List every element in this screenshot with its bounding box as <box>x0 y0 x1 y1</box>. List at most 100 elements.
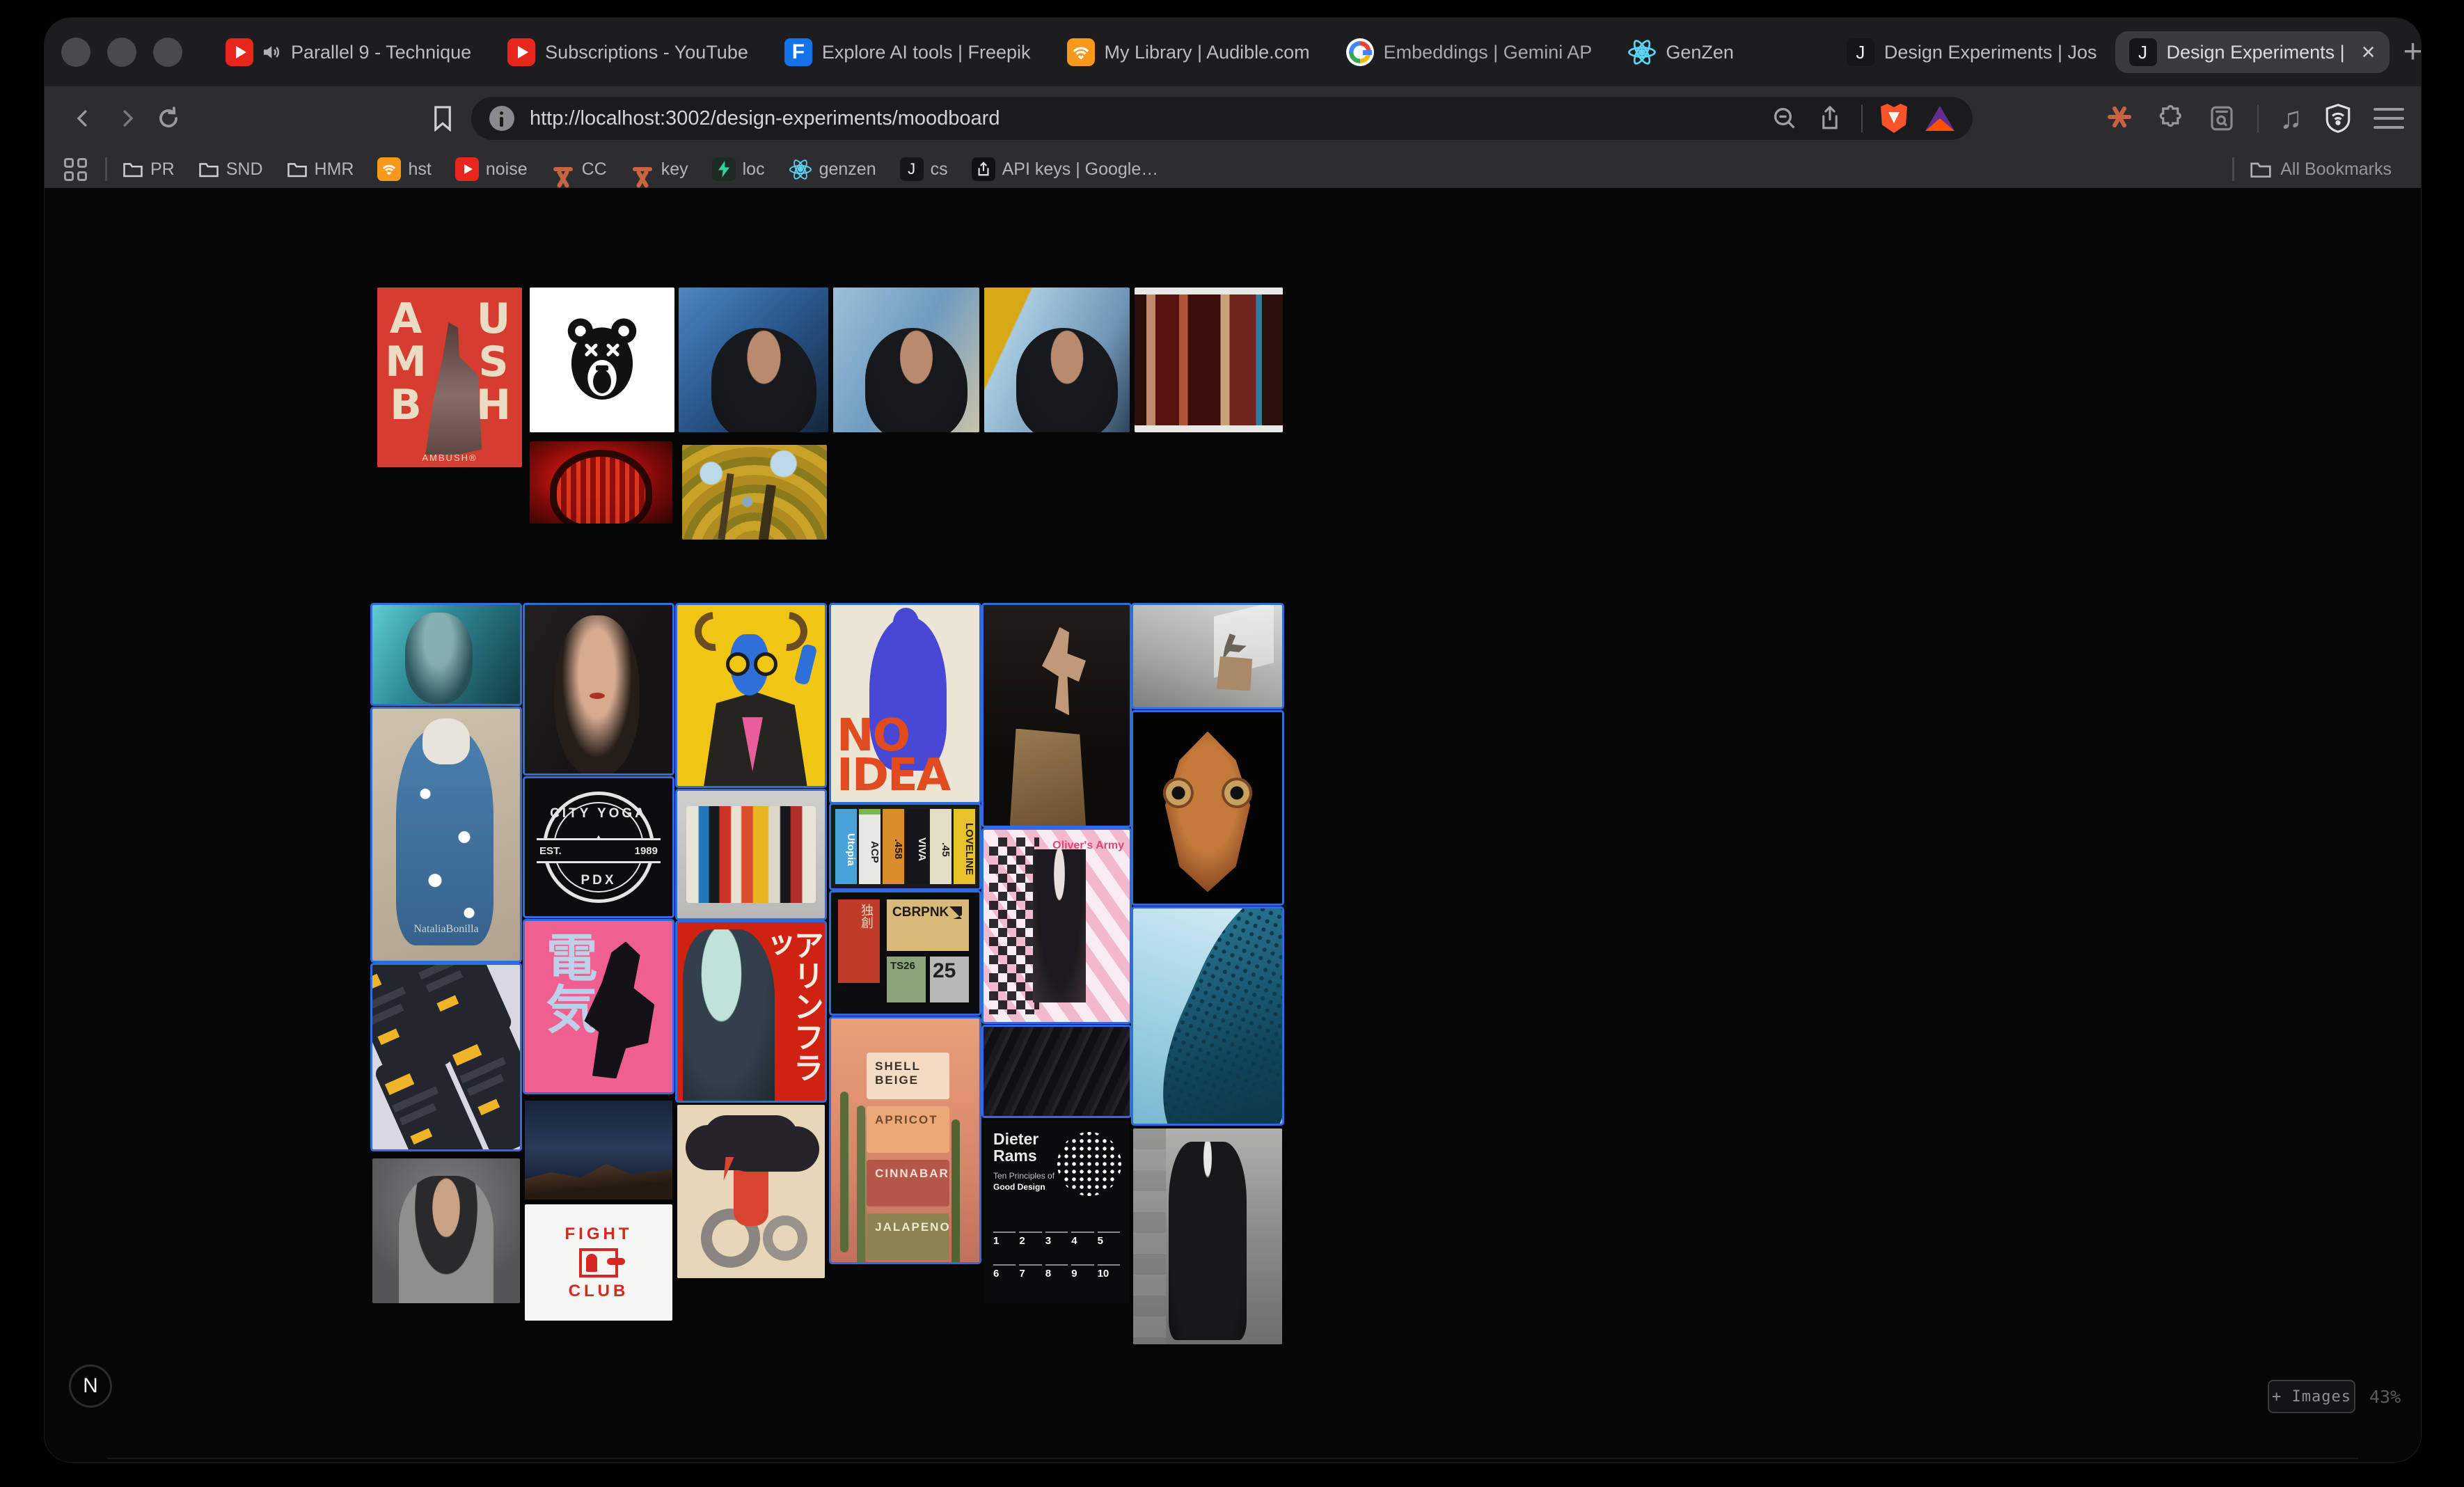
squatting-figure <box>1222 634 1246 660</box>
window-controls <box>61 38 182 67</box>
chameleon-eye <box>1163 778 1194 808</box>
poster-text: AMB <box>381 294 430 424</box>
extensions-puzzle-icon[interactable] <box>2157 104 2186 133</box>
back-button[interactable] <box>65 100 102 136</box>
bookmark-noise[interactable]: noise <box>455 157 528 181</box>
tile-goat-poster[interactable] <box>677 605 825 786</box>
share-icon[interactable] <box>1817 104 1843 132</box>
bookmark-genzen[interactable]: genzen <box>789 157 876 181</box>
tile-film-still-face[interactable] <box>1135 288 1283 432</box>
tab-subscriptions[interactable]: Subscriptions - YouTube <box>489 18 766 86</box>
tile-marker-pens[interactable] <box>677 791 825 918</box>
freepik-icon: F <box>784 38 812 66</box>
starburst-extension-icon[interactable] <box>2106 103 2136 134</box>
tile-desert-dusk[interactable] <box>525 1101 672 1199</box>
tile-red-astronaut[interactable] <box>530 441 672 524</box>
tile-city-yoga-logo[interactable]: CITY YOGA PDX EST. 1989 <box>525 778 672 916</box>
brave-shield-icon[interactable] <box>1881 104 1907 133</box>
tile-cat-character[interactable]: NataliaBonilla <box>372 709 520 961</box>
tile-portrait-woman-blue-2[interactable] <box>833 288 979 432</box>
tile-box-jump-gym[interactable] <box>984 605 1130 826</box>
bookmark-folder-hmr[interactable]: HMR <box>287 159 354 180</box>
tile-cassette-spines[interactable]: Utopia ACP .458 VIVA .45 LOVELINE <box>831 805 979 888</box>
reading-list-icon[interactable] <box>2207 104 2236 133</box>
tile-teal-portrait[interactable] <box>372 605 520 704</box>
tile-ambush-poster[interactable]: AMB USH AMBUSH® <box>377 288 522 467</box>
tile-blue-facade-building[interactable] <box>1133 908 1282 1124</box>
tabs: Parallel 9 - Technique Subscriptions - Y… <box>207 18 2421 86</box>
storm-cloud <box>704 1115 798 1161</box>
tile-dieter-rams-poster[interactable]: Dieter Rams Ten Principles of Good Desig… <box>984 1121 1130 1303</box>
bookmark-key[interactable]: key <box>631 157 688 181</box>
bear-icon <box>557 311 647 409</box>
swatch-card: JALAPENO <box>867 1213 949 1260</box>
tile-mobile-ui-screens[interactable] <box>372 965 520 1149</box>
dot-circle-graphic <box>1057 1132 1121 1196</box>
bookmark-icon[interactable] <box>425 100 461 136</box>
tab-freepik[interactable]: F Explore AI tools | Freepik <box>766 18 1049 86</box>
all-bookmarks-button[interactable]: All Bookmarks <box>2250 159 2392 180</box>
swatch-card: CINNABAR <box>867 1160 949 1206</box>
menu-icon[interactable] <box>2374 108 2404 129</box>
bookmark-loc[interactable]: loc <box>712 157 765 181</box>
folder-icon <box>2250 159 2272 179</box>
tile-chameleon[interactable] <box>1133 712 1282 904</box>
separator <box>2257 104 2259 132</box>
bookmark-cc[interactable]: CC <box>551 157 607 181</box>
tab-design-experiments-active[interactable]: J Design Experiments | × <box>2115 31 2390 73</box>
tile-red-japanese-poster[interactable]: アリンフラッ <box>677 922 825 1101</box>
bookmark-cs[interactable]: J cs <box>900 157 948 181</box>
site-info-icon[interactable] <box>489 106 514 131</box>
tile-autumn-trees[interactable] <box>682 445 827 540</box>
snake-coil <box>763 1215 807 1261</box>
tile-street-fashion-man[interactable] <box>1133 1128 1282 1344</box>
devil-figure <box>734 1150 769 1227</box>
tile-color-palette-poster[interactable]: SHELL BEIGE APRICOT CINNABAR JALAPENO <box>831 1018 979 1262</box>
number-card: 25 <box>930 957 969 1002</box>
tile-portrait-woman-blue-3[interactable] <box>984 288 1130 432</box>
tile-portrait-woman-blue-1[interactable] <box>679 288 828 432</box>
moodboard-canvas[interactable]: AMB USH AMBUSH® <box>45 188 2421 1462</box>
address-bar[interactable]: http://localhost:3002/design-experiments… <box>471 97 1973 140</box>
tile-black-wave-texture[interactable] <box>984 1027 1130 1116</box>
url-text[interactable]: http://localhost:3002/design-experiments… <box>530 107 1771 130</box>
add-images-button[interactable]: + Images <box>2268 1380 2355 1413</box>
tile-cbrpnk-cards[interactable]: 独創 CBRPNK TS26 25 <box>831 892 979 1014</box>
bookmark-folder-pr[interactable]: PR <box>123 159 175 180</box>
vpn-shield-icon[interactable] <box>2323 102 2353 134</box>
bookmark-hst[interactable]: hst <box>377 157 431 181</box>
close-tab-icon[interactable]: × <box>2362 40 2376 64</box>
maximize-window-button[interactable] <box>153 38 182 67</box>
tile-box-squat-photo[interactable] <box>1133 605 1282 707</box>
site-logo[interactable]: N <box>69 1364 112 1408</box>
tile-devil-illustration[interactable] <box>677 1105 825 1278</box>
tile-bear-logo[interactable] <box>530 288 674 432</box>
apps-grid-icon[interactable] <box>64 158 87 181</box>
zoom-out-icon[interactable] <box>1771 104 1799 132</box>
google-icon <box>1346 38 1374 66</box>
tab-parallel-9[interactable]: Parallel 9 - Technique <box>207 18 489 86</box>
logo-band: EST. 1989 <box>537 838 661 863</box>
tab-gemini[interactable]: Embeddings | Gemini AP <box>1328 18 1611 86</box>
music-icon[interactable]: ♫ <box>2280 103 2303 134</box>
tile-smiling-woman[interactable] <box>372 1158 520 1303</box>
tile-fight-club-logo[interactable]: FIGHT CLUB <box>525 1204 672 1321</box>
bat-rewards-icon[interactable] <box>1925 106 1954 131</box>
close-window-button[interactable] <box>61 38 90 67</box>
reload-button[interactable] <box>150 100 187 136</box>
red-card: 独創 <box>838 899 880 983</box>
tile-pink-cyberpunk-girl[interactable]: 電気 <box>525 921 672 1092</box>
tab-genzen[interactable]: GenZen <box>1610 18 1752 86</box>
bolt-icon <box>712 157 736 181</box>
forward-button[interactable] <box>109 100 145 136</box>
minimize-window-button[interactable] <box>107 38 136 67</box>
bookmark-folder-snd[interactable]: SND <box>198 159 263 180</box>
bookmark-api-keys[interactable]: API keys | Google… <box>972 157 1159 181</box>
tab-design-experiments[interactable]: J Design Experiments | Jos <box>1829 18 2115 86</box>
tile-dark-portrait[interactable] <box>525 605 672 773</box>
tile-no-idea-poster[interactable]: NOIDEA <box>831 605 979 802</box>
tile-olivers-army-poster[interactable]: Oliver's Army <box>984 830 1130 1022</box>
new-tab-button[interactable]: + <box>2403 36 2421 69</box>
spine-label: Utopia <box>835 809 857 884</box>
tab-audible[interactable]: My Library | Audible.com <box>1049 18 1328 86</box>
